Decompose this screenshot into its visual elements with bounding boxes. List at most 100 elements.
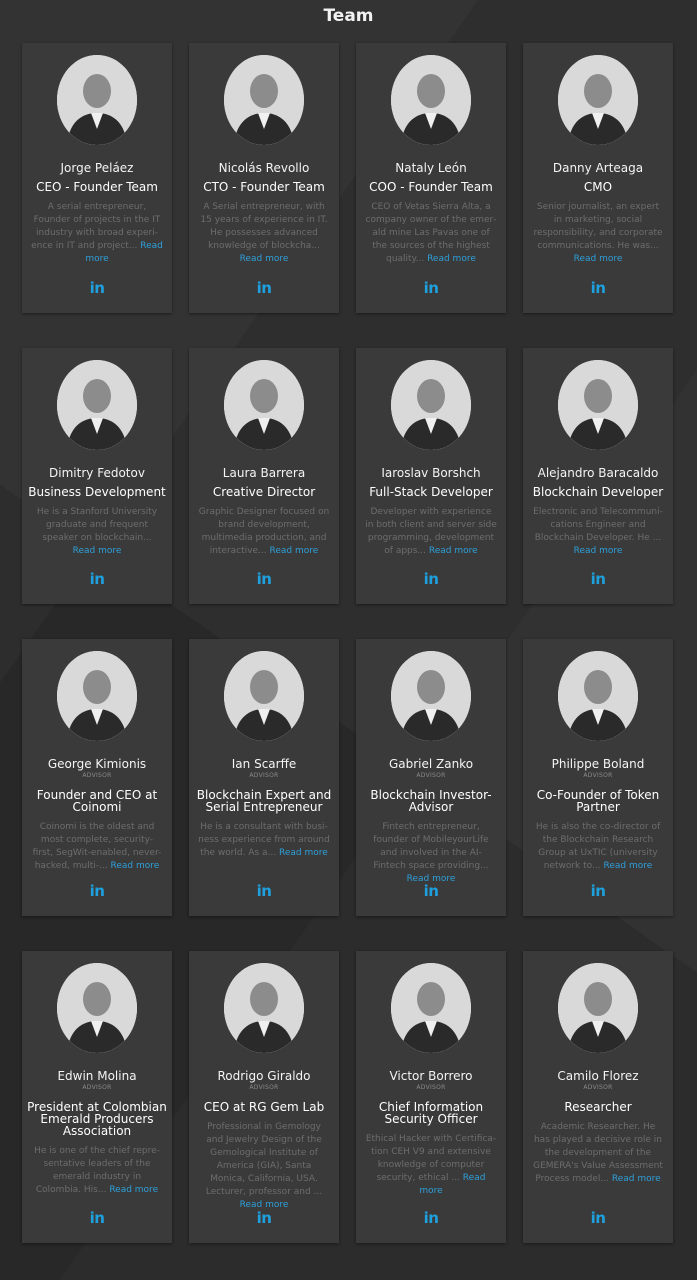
person-photo-icon <box>57 55 137 145</box>
member-bio: He is a Stanford University graduate and… <box>31 506 163 558</box>
bio-text: Senior journalist, an expert in marketin… <box>533 202 663 251</box>
read-more-link[interactable]: Read more <box>279 848 328 858</box>
avatar[interactable] <box>391 55 471 145</box>
linkedin-link[interactable]: in <box>356 882 506 916</box>
member-role: Chief Information Security Officer <box>378 1100 484 1126</box>
read-more-link[interactable]: Read more <box>574 546 623 556</box>
member-name: George Kimionis <box>47 757 147 771</box>
read-more-link[interactable]: Read more <box>603 861 652 871</box>
linkedin-link[interactable]: in <box>189 279 339 313</box>
read-more-link[interactable]: Read more <box>270 546 319 556</box>
avatar[interactable] <box>558 651 638 741</box>
read-more-link[interactable]: Read more <box>612 1174 661 1184</box>
member-bio: A Serial entrepreneur, with 15 years of … <box>198 201 330 266</box>
member-role: Co-Founder of Token Partner <box>536 788 660 814</box>
team-member-card-6: Iaroslav Borshch Full-Stack Developer De… <box>356 348 506 604</box>
avatar[interactable] <box>57 963 137 1053</box>
team-member-card-14: Victor Borrero ADVISOR Chief Information… <box>356 951 506 1243</box>
avatar[interactable] <box>57 651 137 741</box>
linkedin-link[interactable]: in <box>356 279 506 313</box>
avatar[interactable] <box>224 963 304 1053</box>
read-more-link[interactable]: Read more <box>240 254 289 264</box>
member-bio: CEO of Vetas Sierra Alta, a company owne… <box>365 201 497 266</box>
member-bio: A serial entrepreneur, Founder of projec… <box>31 201 163 266</box>
avatar[interactable] <box>558 963 638 1053</box>
read-more-link[interactable]: Read more <box>574 254 623 264</box>
avatar[interactable] <box>391 651 471 741</box>
linkedin-link[interactable]: in <box>189 882 339 916</box>
member-bio: Ethical Hacker with Certifica­tion CEH V… <box>365 1133 497 1198</box>
avatar[interactable] <box>224 651 304 741</box>
avatar[interactable] <box>57 55 137 145</box>
linkedin-link[interactable]: in <box>22 279 172 313</box>
member-name: Danny Arteaga <box>552 161 644 175</box>
advisor-badge: ADVISOR <box>583 772 613 779</box>
team-member-card-2: Nataly León COO - Founder Team CEO of Ve… <box>356 43 506 313</box>
read-more-link[interactable]: Read more <box>427 254 476 264</box>
linkedin-icon: in <box>89 279 105 297</box>
avatar[interactable] <box>391 963 471 1053</box>
team-member-card-9: Ian Scarffe ADVISOR Blockchain Expert an… <box>189 639 339 916</box>
avatar[interactable] <box>224 360 304 450</box>
avatar[interactable] <box>57 360 137 450</box>
team-member-card-4: Dimitry Fedotov Business Development He … <box>22 348 172 604</box>
linkedin-icon: in <box>423 279 439 297</box>
avatar[interactable] <box>558 55 638 145</box>
member-name: Alejandro Baracaldo <box>537 466 659 480</box>
linkedin-icon: in <box>590 1209 606 1227</box>
avatar[interactable] <box>391 360 471 450</box>
team-member-card-12: Edwin Molina ADVISOR President at Colomb… <box>22 951 172 1243</box>
member-name: Edwin Molina <box>57 1069 137 1083</box>
person-photo-icon <box>224 963 304 1053</box>
member-name: Victor Borrero <box>389 1069 473 1083</box>
team-member-card-5: Laura Barrera Creative Director Graphic … <box>189 348 339 604</box>
member-role: Founder and CEO at Coinomi <box>36 788 158 814</box>
read-more-link[interactable]: Read more <box>429 546 478 556</box>
advisor-badge: ADVISOR <box>82 1084 112 1091</box>
member-bio: Electronic and Telecommuni­cations Engin… <box>532 506 664 558</box>
linkedin-link[interactable]: in <box>189 570 339 604</box>
read-more-link[interactable]: Read more <box>109 1185 158 1195</box>
member-name: Rodrigo Giraldo <box>217 1069 311 1083</box>
linkedin-icon: in <box>256 882 272 900</box>
advisor-badge: ADVISOR <box>82 772 112 779</box>
team-member-card-11: Philippe Boland ADVISOR Co-Founder of To… <box>523 639 673 916</box>
member-role: Blockchain Investor-Advisor <box>370 788 492 814</box>
team-member-card-0: Jorge Peláez CEO - Founder Team A serial… <box>22 43 172 313</box>
linkedin-link[interactable]: in <box>356 570 506 604</box>
linkedin-icon: in <box>89 882 105 900</box>
member-bio: He is a consultant with busi­ness experi… <box>198 821 330 860</box>
member-bio: Senior journalist, an expert in marketin… <box>532 201 664 266</box>
read-more-link[interactable]: Read more <box>73 546 122 556</box>
member-role: Blockchain Developer <box>532 485 664 499</box>
read-more-link[interactable]: Read more <box>110 861 159 871</box>
member-role: Creative Director <box>212 485 316 499</box>
member-bio: Coinomi is the oldest and most complete,… <box>31 821 163 873</box>
linkedin-link[interactable]: in <box>523 279 673 313</box>
avatar[interactable] <box>558 360 638 450</box>
linkedin-link[interactable]: in <box>189 1209 339 1243</box>
linkedin-link[interactable]: in <box>22 882 172 916</box>
member-role: Full-Stack Developer <box>369 485 493 499</box>
person-photo-icon <box>57 360 137 450</box>
linkedin-link[interactable]: in <box>22 1209 172 1243</box>
linkedin-icon: in <box>89 570 105 588</box>
member-name: Nataly León <box>395 161 467 175</box>
member-bio: He is one of the chief repre­sentative l… <box>31 1145 163 1197</box>
member-name: Ian Scarffe <box>231 757 297 771</box>
team-member-card-15: Camilo Florez ADVISOR Researcher Academi… <box>523 951 673 1243</box>
linkedin-link[interactable]: in <box>356 1209 506 1243</box>
person-photo-icon <box>558 963 638 1053</box>
team-member-card-7: Alejandro Baracaldo Blockchain Developer… <box>523 348 673 604</box>
linkedin-link[interactable]: in <box>523 1209 673 1243</box>
linkedin-link[interactable]: in <box>22 570 172 604</box>
member-bio: He is also the co-director of the Blockc… <box>532 821 664 873</box>
linkedin-icon: in <box>256 1209 272 1227</box>
linkedin-icon: in <box>256 570 272 588</box>
member-role: Researcher <box>564 1100 632 1114</box>
member-name: Philippe Boland <box>551 757 645 771</box>
linkedin-link[interactable]: in <box>523 882 673 916</box>
avatar[interactable] <box>224 55 304 145</box>
member-bio: Fintech entrepreneur, founder of Mobiley… <box>365 821 497 886</box>
linkedin-link[interactable]: in <box>523 570 673 604</box>
